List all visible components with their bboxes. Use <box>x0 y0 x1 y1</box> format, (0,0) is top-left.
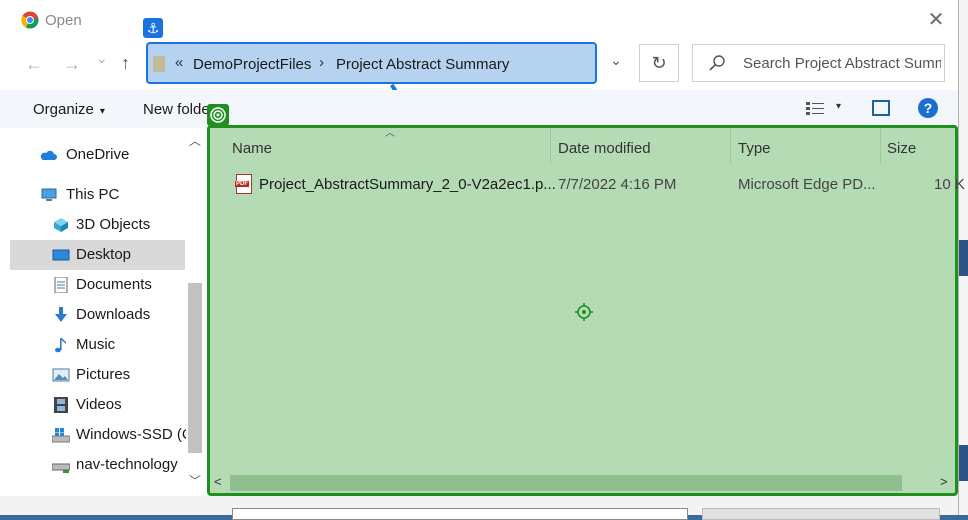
column-header-type[interactable]: Type <box>738 140 771 157</box>
view-dropdown-icon[interactable]: ▾ <box>836 101 841 112</box>
sidebar-item-label: Videos <box>76 396 122 413</box>
sidebar-item-label: OneDrive <box>66 146 130 163</box>
file-list-pane[interactable]: ︿ Name Date modified Type Size PDF Proje… <box>207 125 965 496</box>
sidebar-item-label: Desktop <box>76 246 132 263</box>
file-name-input[interactable] <box>232 508 688 520</box>
organize-button[interactable]: Organize ▾ <box>33 101 105 118</box>
scroll-up-arrow-icon[interactable]: ︿ <box>189 132 201 149</box>
file-list-horizontal-scrollbar[interactable]: < > <box>210 472 955 494</box>
computer-icon <box>41 188 57 201</box>
sidebar-item-3d-objects[interactable]: 3D Objects <box>10 210 185 240</box>
desktop-icon <box>52 249 70 261</box>
file-type: Microsoft Edge PD... <box>738 176 876 193</box>
file-size: 10 K <box>934 176 965 193</box>
window-title: Open <box>45 12 82 29</box>
pdf-file-icon: PDF <box>235 174 252 194</box>
column-header-date-modified[interactable]: Date modified <box>558 140 651 157</box>
help-button[interactable]: ? <box>918 98 938 118</box>
sidebar-item-downloads[interactable]: Downloads <box>10 300 185 330</box>
sidebar-item-videos[interactable]: Videos <box>10 390 185 420</box>
refresh-button[interactable]: ↻ <box>639 44 679 82</box>
open-file-dialog: Open ✕ ← → ⌄ ↑ « DemoProjectFiles › Proj… <box>0 0 965 520</box>
up-folder-button[interactable]: ↑ <box>121 53 130 74</box>
scroll-down-arrow-icon[interactable]: ﹀ <box>189 472 201 489</box>
sidebar-item-documents[interactable]: Documents <box>10 270 185 300</box>
search-input[interactable]: Search Project Abstract Summary <box>692 44 945 82</box>
folder-icon <box>153 56 165 72</box>
anchor-icon: ⚓ <box>143 18 163 38</box>
column-header-name[interactable]: Name <box>232 140 272 157</box>
file-name: Project_AbstractSummary_2_0-V2a2ec1.p... <box>259 176 556 193</box>
navigation-scrollbar[interactable]: ︿ ﹀ <box>185 128 205 488</box>
file-date-modified: 7/7/2022 4:16 PM <box>558 176 677 193</box>
sidebar-item-label: Music <box>76 336 116 353</box>
breadcrumb-segment[interactable]: DemoProjectFiles <box>193 56 311 73</box>
search-placeholder: Search Project Abstract Summary <box>743 55 941 72</box>
scrollbar-thumb[interactable] <box>230 475 902 491</box>
address-dropdown-button[interactable]: ⌄ <box>604 52 628 76</box>
crosshair-icon <box>575 303 593 321</box>
column-divider[interactable] <box>730 128 731 164</box>
sidebar-item-label: Documents <box>76 276 152 293</box>
music-icon <box>55 338 66 353</box>
film-icon <box>54 397 68 413</box>
caret-down-icon: ▾ <box>99 106 105 117</box>
column-divider[interactable] <box>550 128 551 164</box>
breadcrumb-segment[interactable]: Project Abstract Summary <box>336 56 509 73</box>
sidebar-item-label: 3D Objects <box>76 216 151 233</box>
sidebar-item-nav-technology[interactable]: nav-technology <box>10 450 185 480</box>
back-button[interactable]: ← <box>25 54 43 75</box>
organize-label: Organize <box>33 101 94 118</box>
chrome-logo-icon <box>21 11 39 29</box>
view-options-icon[interactable] <box>806 102 824 116</box>
new-folder-button[interactable]: New folder <box>143 101 209 118</box>
sidebar-item-label: Downloads <box>76 306 151 323</box>
cloud-icon <box>40 150 57 160</box>
sidebar-item-desktop[interactable]: Desktop <box>10 240 185 270</box>
target-icon <box>207 104 229 126</box>
recent-locations-button[interactable]: ⌄ <box>96 50 108 67</box>
breadcrumb-separator-icon[interactable]: › <box>319 54 324 71</box>
background-window-band <box>958 240 968 276</box>
background-window-band <box>958 445 968 481</box>
preview-pane-icon[interactable] <box>872 100 890 116</box>
sidebar-item-onedrive[interactable]: OneDrive <box>10 140 185 170</box>
address-bar[interactable]: « DemoProjectFiles › Project Abstract Su… <box>146 42 597 84</box>
sort-ascending-icon: ︿ <box>385 128 395 139</box>
file-type-select[interactable] <box>702 508 940 520</box>
overflow-chevron-icon[interactable]: « <box>175 54 183 71</box>
forward-button[interactable]: → <box>63 54 81 75</box>
cube-icon <box>54 218 68 232</box>
scrollbar-thumb[interactable] <box>188 283 202 453</box>
sidebar-item-windows-ssd[interactable]: Windows-SSD (C <box>10 420 186 450</box>
sidebar-item-label: This PC <box>66 186 120 203</box>
sidebar-item-pictures[interactable]: Pictures <box>10 360 185 390</box>
sidebar-item-label: Windows-SSD (C <box>76 426 186 443</box>
sidebar-item-label: nav-technology <box>76 456 178 473</box>
scroll-right-arrow-icon[interactable]: > <box>940 474 948 489</box>
navigation-pane: OneDrive This PC 3D Objects Desktop Docu… <box>10 128 205 515</box>
file-row[interactable]: PDF Project_AbstractSummary_2_0-V2a2ec1.… <box>230 174 965 198</box>
drive-icon <box>52 428 70 443</box>
column-divider[interactable] <box>880 128 881 164</box>
sidebar-item-this-pc[interactable]: This PC <box>10 180 185 210</box>
document-icon <box>54 277 68 293</box>
download-icon <box>55 307 67 322</box>
close-button[interactable]: ✕ <box>924 8 948 32</box>
column-header-size[interactable]: Size <box>887 140 916 157</box>
sidebar-item-music[interactable]: Music <box>10 330 185 360</box>
scroll-left-arrow-icon[interactable]: < <box>214 474 222 489</box>
network-drive-icon <box>52 463 70 473</box>
sidebar-item-label: Pictures <box>76 366 131 383</box>
picture-icon <box>52 368 70 382</box>
search-icon <box>709 55 725 71</box>
